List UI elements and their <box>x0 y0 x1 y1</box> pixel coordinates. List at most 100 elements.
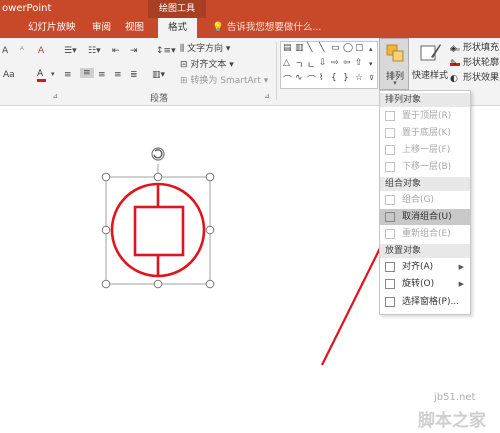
clear-format-icon[interactable]: A <box>38 46 44 56</box>
text-direction-button[interactable]: ⫼ 文字方向 ▾ <box>180 42 230 57</box>
resize-handle <box>101 225 111 235</box>
chevron-down-icon: ▾ <box>226 60 234 70</box>
group-icon <box>385 195 395 205</box>
chevron-down-icon: ▾ <box>260 76 269 86</box>
menu-item-align[interactable]: 对齐(A) ▶ <box>380 259 470 275</box>
decrease-indent-icon[interactable]: ⇤ <box>112 46 120 56</box>
tab-review[interactable]: 审阅 <box>92 18 111 38</box>
columns-icon[interactable]: ▥▾ <box>152 70 165 80</box>
menu-item-ungroup[interactable]: 取消组合(U) <box>380 209 470 225</box>
chevron-down-icon: ▾ <box>393 79 397 87</box>
oval-shape-icon[interactable]: ◯ <box>343 43 353 53</box>
align-text-icon: ⊟ <box>180 60 191 70</box>
textbox-shape-icon[interactable]: ▤ <box>283 43 292 53</box>
gallery-more-icon[interactable]: ⊽ <box>369 74 374 82</box>
menu-item-bring-forward[interactable]: 上移一层(F) <box>380 142 470 158</box>
shape-effects-button[interactable]: ◐ 形状效果 <box>450 71 499 85</box>
line-spacing-icon[interactable]: ↕≡▾ <box>156 46 176 56</box>
align-right-icon[interactable]: ≡ <box>98 70 106 80</box>
menu-item-rotate[interactable]: 旋转(O) ▶ <box>380 276 470 292</box>
ribbon-tab-bar: 幻灯片放映 审阅 视图 格式 💡 告诉我您想要做什么... <box>0 18 500 38</box>
font-color-icon[interactable]: A <box>37 70 46 82</box>
left-brace-shape-icon[interactable]: { <box>331 73 337 83</box>
submenu-arrow-icon: ▶ <box>458 280 464 288</box>
font-size-decrease-icon[interactable]: ᴬ <box>20 46 24 56</box>
align-left-icon[interactable]: ≡ <box>64 70 72 80</box>
change-case-icon[interactable]: Aa <box>3 70 15 80</box>
numbering-icon[interactable]: ☷▾ <box>88 46 101 56</box>
gallery-scroll-up-icon[interactable]: ▴ <box>369 45 373 53</box>
bullets-icon[interactable]: ☰▾ <box>64 46 77 56</box>
down-arrow-shape-icon[interactable]: ⇩ <box>319 58 327 68</box>
arrange-button[interactable]: 排列 ▾ <box>379 38 409 90</box>
rounded-rect-shape-icon[interactable]: ▢ <box>355 43 364 53</box>
menu-item-group[interactable]: 组合(G) <box>380 192 470 208</box>
shape-outline-button[interactable]: ✎ 形状轮廓 <box>450 56 499 70</box>
up-arrow-shape-icon[interactable]: ⇧ <box>355 58 363 68</box>
align-icon <box>385 262 395 272</box>
tell-me-text: 告诉我您想要做什么... <box>226 22 322 33</box>
group-divider <box>276 42 277 100</box>
justify-icon[interactable]: ≡ <box>114 70 122 80</box>
red-square-shape <box>133 205 185 257</box>
star-shape-icon[interactable]: ☆ <box>355 73 363 83</box>
tab-format[interactable]: 格式 <box>158 18 198 38</box>
tab-slideshow[interactable]: 幻灯片放映 <box>28 18 76 38</box>
menu-item-selection-pane[interactable]: 选择窗格(P)... <box>380 294 470 310</box>
elbow-connector-icon[interactable]: ㄱ <box>295 58 303 71</box>
arc-shape-icon[interactable]: ⌒ <box>307 73 316 86</box>
lightbulb-icon: 💡 <box>212 22 227 33</box>
vertical-textbox-shape-icon[interactable]: ▥ <box>295 43 304 53</box>
align-text-button[interactable]: ⊟ 对齐文本 ▾ <box>180 58 234 73</box>
font-color-dropdown-icon[interactable]: ▾ <box>51 70 55 78</box>
menu-item-bring-to-front[interactable]: 置于顶层(R) <box>380 108 470 124</box>
menu-item-send-to-back[interactable]: 置于底层(K) <box>380 125 470 141</box>
freeform-shape-icon[interactable]: ⌒ <box>283 73 292 86</box>
context-tab-label: 绘图工具 <box>148 0 206 18</box>
tab-view[interactable]: 视图 <box>125 18 144 38</box>
arrange-dropdown-menu: 排列对象 置于顶层(R) 置于底层(K) 上移一层(F) 下移一层(B) 组合对… <box>379 90 471 315</box>
text-direction-icon: ⫼ <box>180 44 188 54</box>
paint-bucket-icon: ◈ <box>450 42 460 54</box>
chevron-down-icon: ▾ <box>223 44 231 54</box>
right-arrow-shape-icon[interactable]: ⇨ <box>331 58 339 68</box>
smartart-icon: ⊞ <box>180 76 191 86</box>
ungroup-icon <box>385 212 395 222</box>
rectangle-shape-icon[interactable]: ▭ <box>331 43 340 53</box>
curve-shape-icon[interactable]: ∿ <box>295 73 303 83</box>
section-header-group: 组合对象 <box>380 177 470 191</box>
distribute-icon[interactable]: ≣ <box>130 70 138 80</box>
menu-item-regroup[interactable]: 重新组合(E) <box>380 226 470 242</box>
triangle-shape-icon[interactable]: △ <box>283 58 290 68</box>
bring-forward-icon <box>385 145 395 155</box>
right-brace-shape-icon[interactable]: } <box>343 73 349 83</box>
pen-icon: ✎ <box>450 57 460 69</box>
font-size-increase-icon[interactable]: A <box>2 46 8 56</box>
line-shape-icon[interactable]: ╲ <box>307 43 312 53</box>
menu-item-send-backward[interactable]: 下移一层(B) <box>380 159 470 175</box>
align-center-icon[interactable]: ≡ <box>80 68 94 78</box>
quick-styles-icon <box>420 44 441 61</box>
resize-handle <box>205 225 215 235</box>
gallery-scroll-down-icon[interactable]: ▾ <box>369 60 373 68</box>
left-arrow-shape-icon[interactable]: ⇦ <box>343 58 351 68</box>
shape-fill-button[interactable]: ◈ 形状填充 <box>450 41 499 55</box>
tell-me-box[interactable]: 💡 告诉我您想要做什么... <box>212 18 321 38</box>
submenu-arrow-icon: ▶ <box>458 263 464 271</box>
quick-styles-button[interactable]: 快速样式 <box>412 38 448 90</box>
shapes-gallery[interactable]: ▤ ▥ ╲ ╲ ▭ ◯ ▢ △ ㄱ ㄴ ⇩ ⇨ ⇦ ⇧ ⌒ ∿ ⌒ ⌇ { } … <box>280 41 378 89</box>
resize-handle <box>153 172 163 182</box>
paragraph-group-label: 段落 <box>150 94 169 104</box>
effects-icon: ◐ <box>450 74 458 84</box>
scribble-shape-icon[interactable]: ⌇ <box>319 73 323 83</box>
dialog-launcher-icon[interactable]: ⊿ <box>52 92 58 100</box>
increase-indent-icon[interactable]: ⇥ <box>130 46 138 56</box>
app-title: owerPoint <box>2 3 52 14</box>
resize-handle <box>153 279 163 289</box>
resize-handle <box>101 279 111 289</box>
elbow-arrow-icon[interactable]: ㄴ <box>307 58 315 71</box>
watermark-name: 脚本之家 <box>418 411 486 431</box>
convert-smartart-button[interactable]: ⊞ 转换为 SmartArt ▾ <box>180 74 268 89</box>
dialog-launcher-icon[interactable]: ⊿ <box>264 92 270 100</box>
arrow-line-shape-icon[interactable]: ╲ <box>319 43 324 53</box>
